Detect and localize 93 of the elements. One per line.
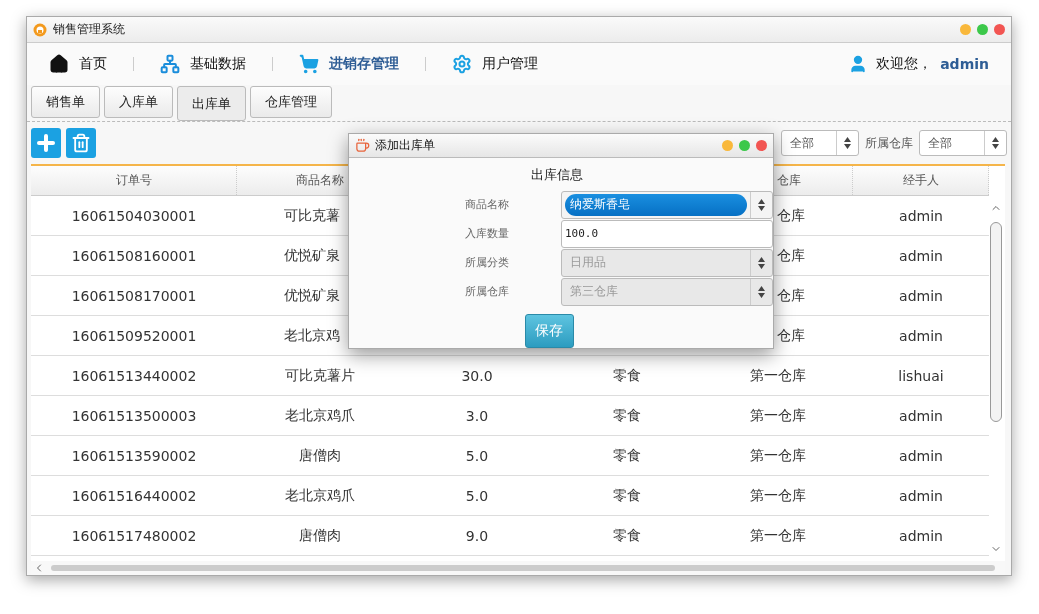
tab[interactable]: 出库单 [177,86,246,121]
tab[interactable]: 入库单 [104,86,173,118]
field-label: 入库数量 [465,226,509,241]
filter-select[interactable]: 全部 [919,130,1007,156]
table-cell: 9.0 [465,527,489,544]
nav-item[interactable]: 首页 [41,54,115,74]
user-name: admin [940,56,989,72]
table-cell: 零食 [613,486,641,505]
spinner-arrows-icon [758,285,765,298]
table-cell: 优悦矿泉 [284,286,340,305]
trash-icon [71,133,91,153]
table-cell: admin [899,247,943,264]
column-header: 订单号 [115,172,152,189]
welcome-text: 欢迎您， [876,55,933,73]
maximize-button[interactable] [977,24,988,35]
table-cell: 第一仓库 [750,526,806,545]
table-cell: 16061516440002 [71,487,197,504]
table-cell: 第一仓库 [750,366,806,385]
minimize-button[interactable] [722,140,733,151]
field-label: 所属仓库 [465,284,509,299]
table-cell: 唐僧肉 [299,446,341,465]
sitemap-icon [160,54,180,74]
app-logo-icon [33,22,47,37]
table-cell: 唐僧肉 [299,526,341,545]
table-cell: 第一仓库 [750,406,806,425]
table-cell: admin [899,407,943,424]
spinner-arrows-icon [758,198,765,211]
table-cell: 仓库 [777,246,805,265]
table-cell: 16061513440002 [71,367,197,384]
close-button[interactable] [756,140,767,151]
table-cell: admin [899,487,943,504]
table-cell: 5.0 [465,447,489,464]
table-cell: admin [899,447,943,464]
gear-icon [452,54,472,74]
filter-label: 所属仓库 [865,134,913,152]
cart-icon [299,54,319,74]
spinner-arrows-icon [758,256,765,269]
table-cell: admin [899,207,943,224]
window-title: 销售管理系统 [53,21,126,38]
table-cell: 5.0 [465,487,489,504]
tab[interactable]: 销售单 [31,86,100,118]
filter-select[interactable]: 全部 [781,130,859,156]
table-cell: 16061513500003 [71,407,197,424]
table-cell: 仓库 [777,286,805,305]
cup-icon [355,138,370,153]
delete-button[interactable] [66,128,96,158]
table-cell: 仓库 [777,206,805,225]
table-cell: 第一仓库 [750,446,806,465]
select-field[interactable]: 纳爱斯香皂 [561,190,773,219]
column-header: 仓库 [777,172,801,189]
column-header: 商品名称 [295,172,344,189]
table-cell: 第一仓库 [750,486,806,505]
nav-item[interactable]: 进销存管理 [291,54,407,74]
table-cell: lishuai [898,367,944,384]
table-cell: 30.0 [461,367,493,384]
table-cell: admin [899,327,943,344]
table-cell: 零食 [613,446,641,465]
maximize-button[interactable] [739,140,750,151]
table-cell: 3.0 [465,407,489,424]
table-cell: 可比克薯片 [285,366,355,385]
table-cell: 零食 [613,406,641,425]
home-icon [49,54,69,74]
dialog-title: 添加出库单 [375,137,436,154]
close-button[interactable] [994,24,1005,35]
tab[interactable]: 仓库管理 [250,86,332,118]
spinner-arrows-icon [844,137,851,149]
add-button[interactable] [31,128,61,158]
table-cell: 老北京鸡 [284,326,340,345]
section-heading: 出库信息 [531,166,583,184]
table-cell: 老北京鸡爪 [285,486,355,505]
table-cell: 老北京鸡爪 [285,406,355,425]
input-field[interactable]: 100.0 [561,219,773,248]
table-cell: 可比克薯 [284,206,340,225]
table-cell: admin [899,287,943,304]
table-cell: 优悦矿泉 [284,246,340,265]
table-cell: 16061508160001 [71,247,197,264]
table-cell: 16061509520001 [71,327,197,344]
field-label: 所属分类 [465,255,509,270]
table-cell: 仓库 [777,326,805,345]
table-cell: 16061513590002 [71,447,197,464]
minimize-button[interactable] [960,24,971,35]
nav-item[interactable]: 用户管理 [444,54,546,74]
table-cell: 16061517480002 [71,527,197,544]
add-icon [34,131,58,155]
column-header: 经手人 [902,172,939,189]
field-label: 商品名称 [465,197,509,212]
table-cell: 零食 [613,366,641,385]
table-cell: 16061508170001 [71,287,197,304]
spinner-arrows-icon [992,137,999,149]
nav-item[interactable]: 基础数据 [152,54,254,74]
table-cell: admin [899,527,943,544]
table-cell: 零食 [613,526,641,545]
table-cell: 16061504030001 [71,207,197,224]
